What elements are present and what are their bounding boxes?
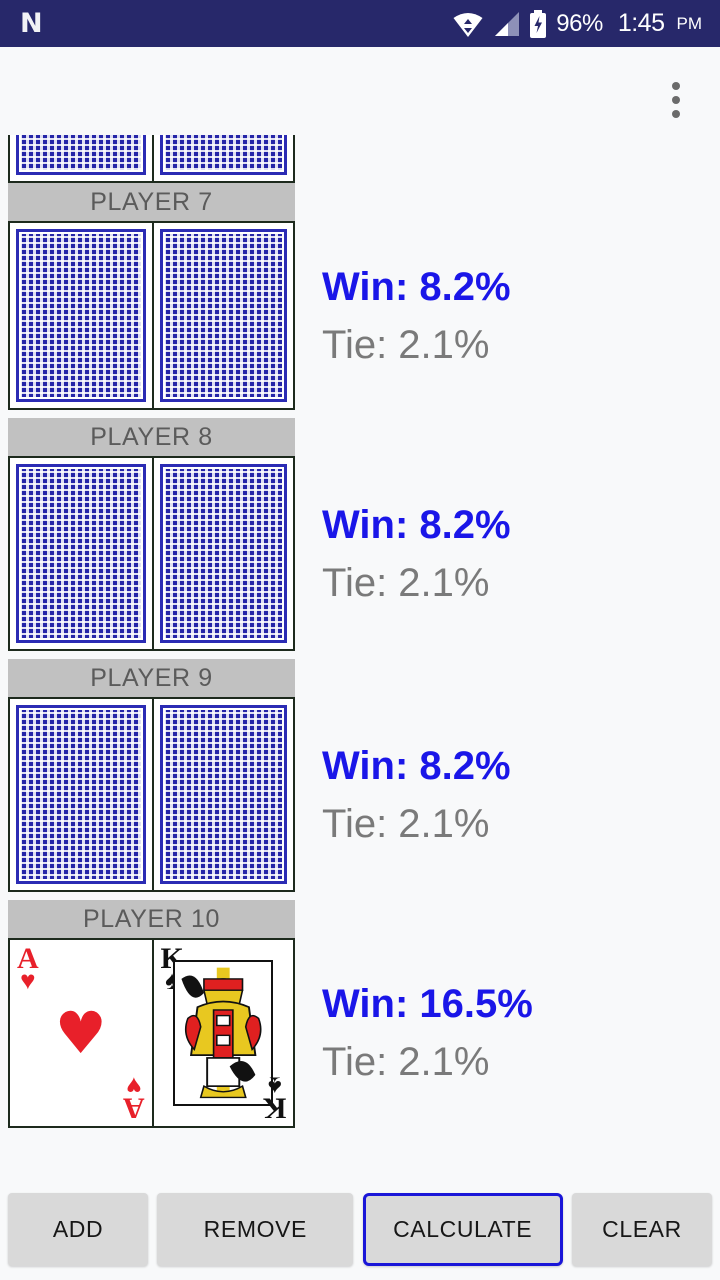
tie-percentage-8: Tie: 2.1% [322, 560, 490, 605]
player-list[interactable]: PLAYER 7 Win: 8.2% Tie: 2.1% PLAYER 8 Wi… [0, 135, 720, 1178]
card-slot[interactable] [10, 699, 152, 890]
remove-button[interactable]: REMOVE [157, 1192, 354, 1266]
hole-cards-7[interactable] [8, 221, 295, 410]
heart-icon: ♥ [54, 999, 107, 1067]
king-court-illustration [173, 960, 274, 1106]
status-bar-right: 96% 1:45 PM [453, 9, 702, 38]
clear-button[interactable]: CLEAR [571, 1192, 712, 1266]
overflow-dot [672, 110, 680, 118]
android-n-logo-icon: N [20, 8, 43, 39]
overflow-menu-icon[interactable] [658, 80, 694, 120]
card-face-king-of-spades: K ♠ [153, 940, 293, 1126]
tie-percentage-10: Tie: 2.1% [322, 1040, 490, 1084]
odds-9: Win: 8.2% Tie: 2.1% [322, 697, 511, 892]
player-header-8: PLAYER 8 [8, 418, 295, 456]
status-bar-left: N [20, 8, 43, 39]
hole-cards-8[interactable] [8, 456, 295, 651]
win-percentage-7: Win: 8.2% [322, 264, 511, 309]
player-row [0, 135, 720, 183]
overflow-dot [672, 82, 680, 90]
card-slot[interactable] [151, 458, 293, 649]
card-back [153, 135, 293, 181]
card-face-ace-of-hearts: A ♥ ♥ A ♥ [10, 940, 152, 1126]
odds-8: Win: 8.2% Tie: 2.1% [322, 456, 511, 651]
battery-charging-icon [529, 9, 547, 38]
hole-cards[interactable] [8, 135, 295, 183]
spade-icon: ♠ [267, 1071, 282, 1101]
player-header-7: PLAYER 7 [8, 183, 295, 221]
battery-percent-label: 96% [556, 9, 603, 37]
player-block [0, 135, 720, 183]
bottom-button-bar: ADD REMOVE CALCULATE CLEAR [0, 1178, 720, 1280]
wifi-icon [453, 11, 483, 37]
player-header-10: PLAYER 10 [8, 900, 295, 938]
hole-cards-10[interactable]: A ♥ ♥ A ♥ K K ♠ [8, 938, 295, 1128]
win-percentage-8: Win: 8.2% [322, 502, 511, 547]
card-slot-ace-hearts[interactable]: A ♥ ♥ A ♥ [10, 940, 152, 1126]
card-back [10, 699, 152, 890]
overflow-dot [672, 96, 680, 104]
odds-10: Win: 16.5% Tie: 2.1% [322, 938, 533, 1128]
heart-icon: ♥ [20, 965, 36, 995]
add-button[interactable]: ADD [8, 1192, 148, 1266]
card-slot[interactable] [10, 458, 152, 649]
card-back [153, 699, 293, 890]
odds-7: Win: 8.2% Tie: 2.1% [322, 221, 511, 410]
player-block-10: PLAYER 10 A ♥ ♥ A ♥ K K ♠ Win: 16.5% Tie… [0, 900, 720, 1133]
clock-time: 1:45 [617, 9, 665, 37]
card-back [10, 223, 152, 408]
app-screen: N 96% 1:45 PM PLAYER 7 Win: 8.2% Tie: 2.… [0, 0, 720, 1280]
cell-signal-icon [492, 11, 520, 37]
player-block-8: PLAYER 8 Win: 8.2% Tie: 2.1% [0, 418, 720, 659]
card-back [153, 223, 293, 408]
player-row-9: Win: 8.2% Tie: 2.1% [0, 697, 720, 900]
card-slot[interactable] [151, 223, 293, 408]
card-slot[interactable] [10, 223, 152, 408]
tie-percentage-9: Tie: 2.1% [322, 801, 490, 846]
calculate-button[interactable]: CALCULATE [362, 1192, 563, 1266]
player-block-9: PLAYER 9 Win: 8.2% Tie: 2.1% [0, 659, 720, 900]
heart-icon: ♥ [125, 1071, 142, 1101]
player-header-9: PLAYER 9 [8, 659, 295, 697]
player-block-7: PLAYER 7 Win: 8.2% Tie: 2.1% [0, 183, 720, 418]
card-slot[interactable] [10, 135, 152, 181]
player-row-8: Win: 8.2% Tie: 2.1% [0, 456, 720, 659]
app-bar [0, 47, 720, 135]
tie-percentage-7: Tie: 2.1% [322, 322, 490, 367]
status-bar: N 96% 1:45 PM [0, 0, 720, 47]
card-back [10, 458, 152, 649]
card-slot-king-spades[interactable]: K ♠ [151, 940, 293, 1126]
player-row-7: Win: 8.2% Tie: 2.1% [0, 221, 720, 418]
win-percentage-10: Win: 16.5% [322, 982, 533, 1026]
card-back [153, 458, 293, 649]
clock-ampm: PM [676, 13, 703, 33]
card-corner-bottom-right: K ♠ [263, 1071, 286, 1124]
player-row-10: A ♥ ♥ A ♥ K K ♠ Win: 16.5% Tie: 2.1% [0, 938, 720, 1133]
card-slot[interactable] [151, 699, 293, 890]
card-slot[interactable] [151, 135, 293, 181]
hole-cards-9[interactable] [8, 697, 295, 892]
win-percentage-9: Win: 8.2% [322, 743, 511, 788]
card-back [10, 135, 152, 181]
card-corner-bottom-right: A ♥ [123, 1071, 145, 1124]
card-corner-top-left: A ♥ [17, 944, 39, 995]
